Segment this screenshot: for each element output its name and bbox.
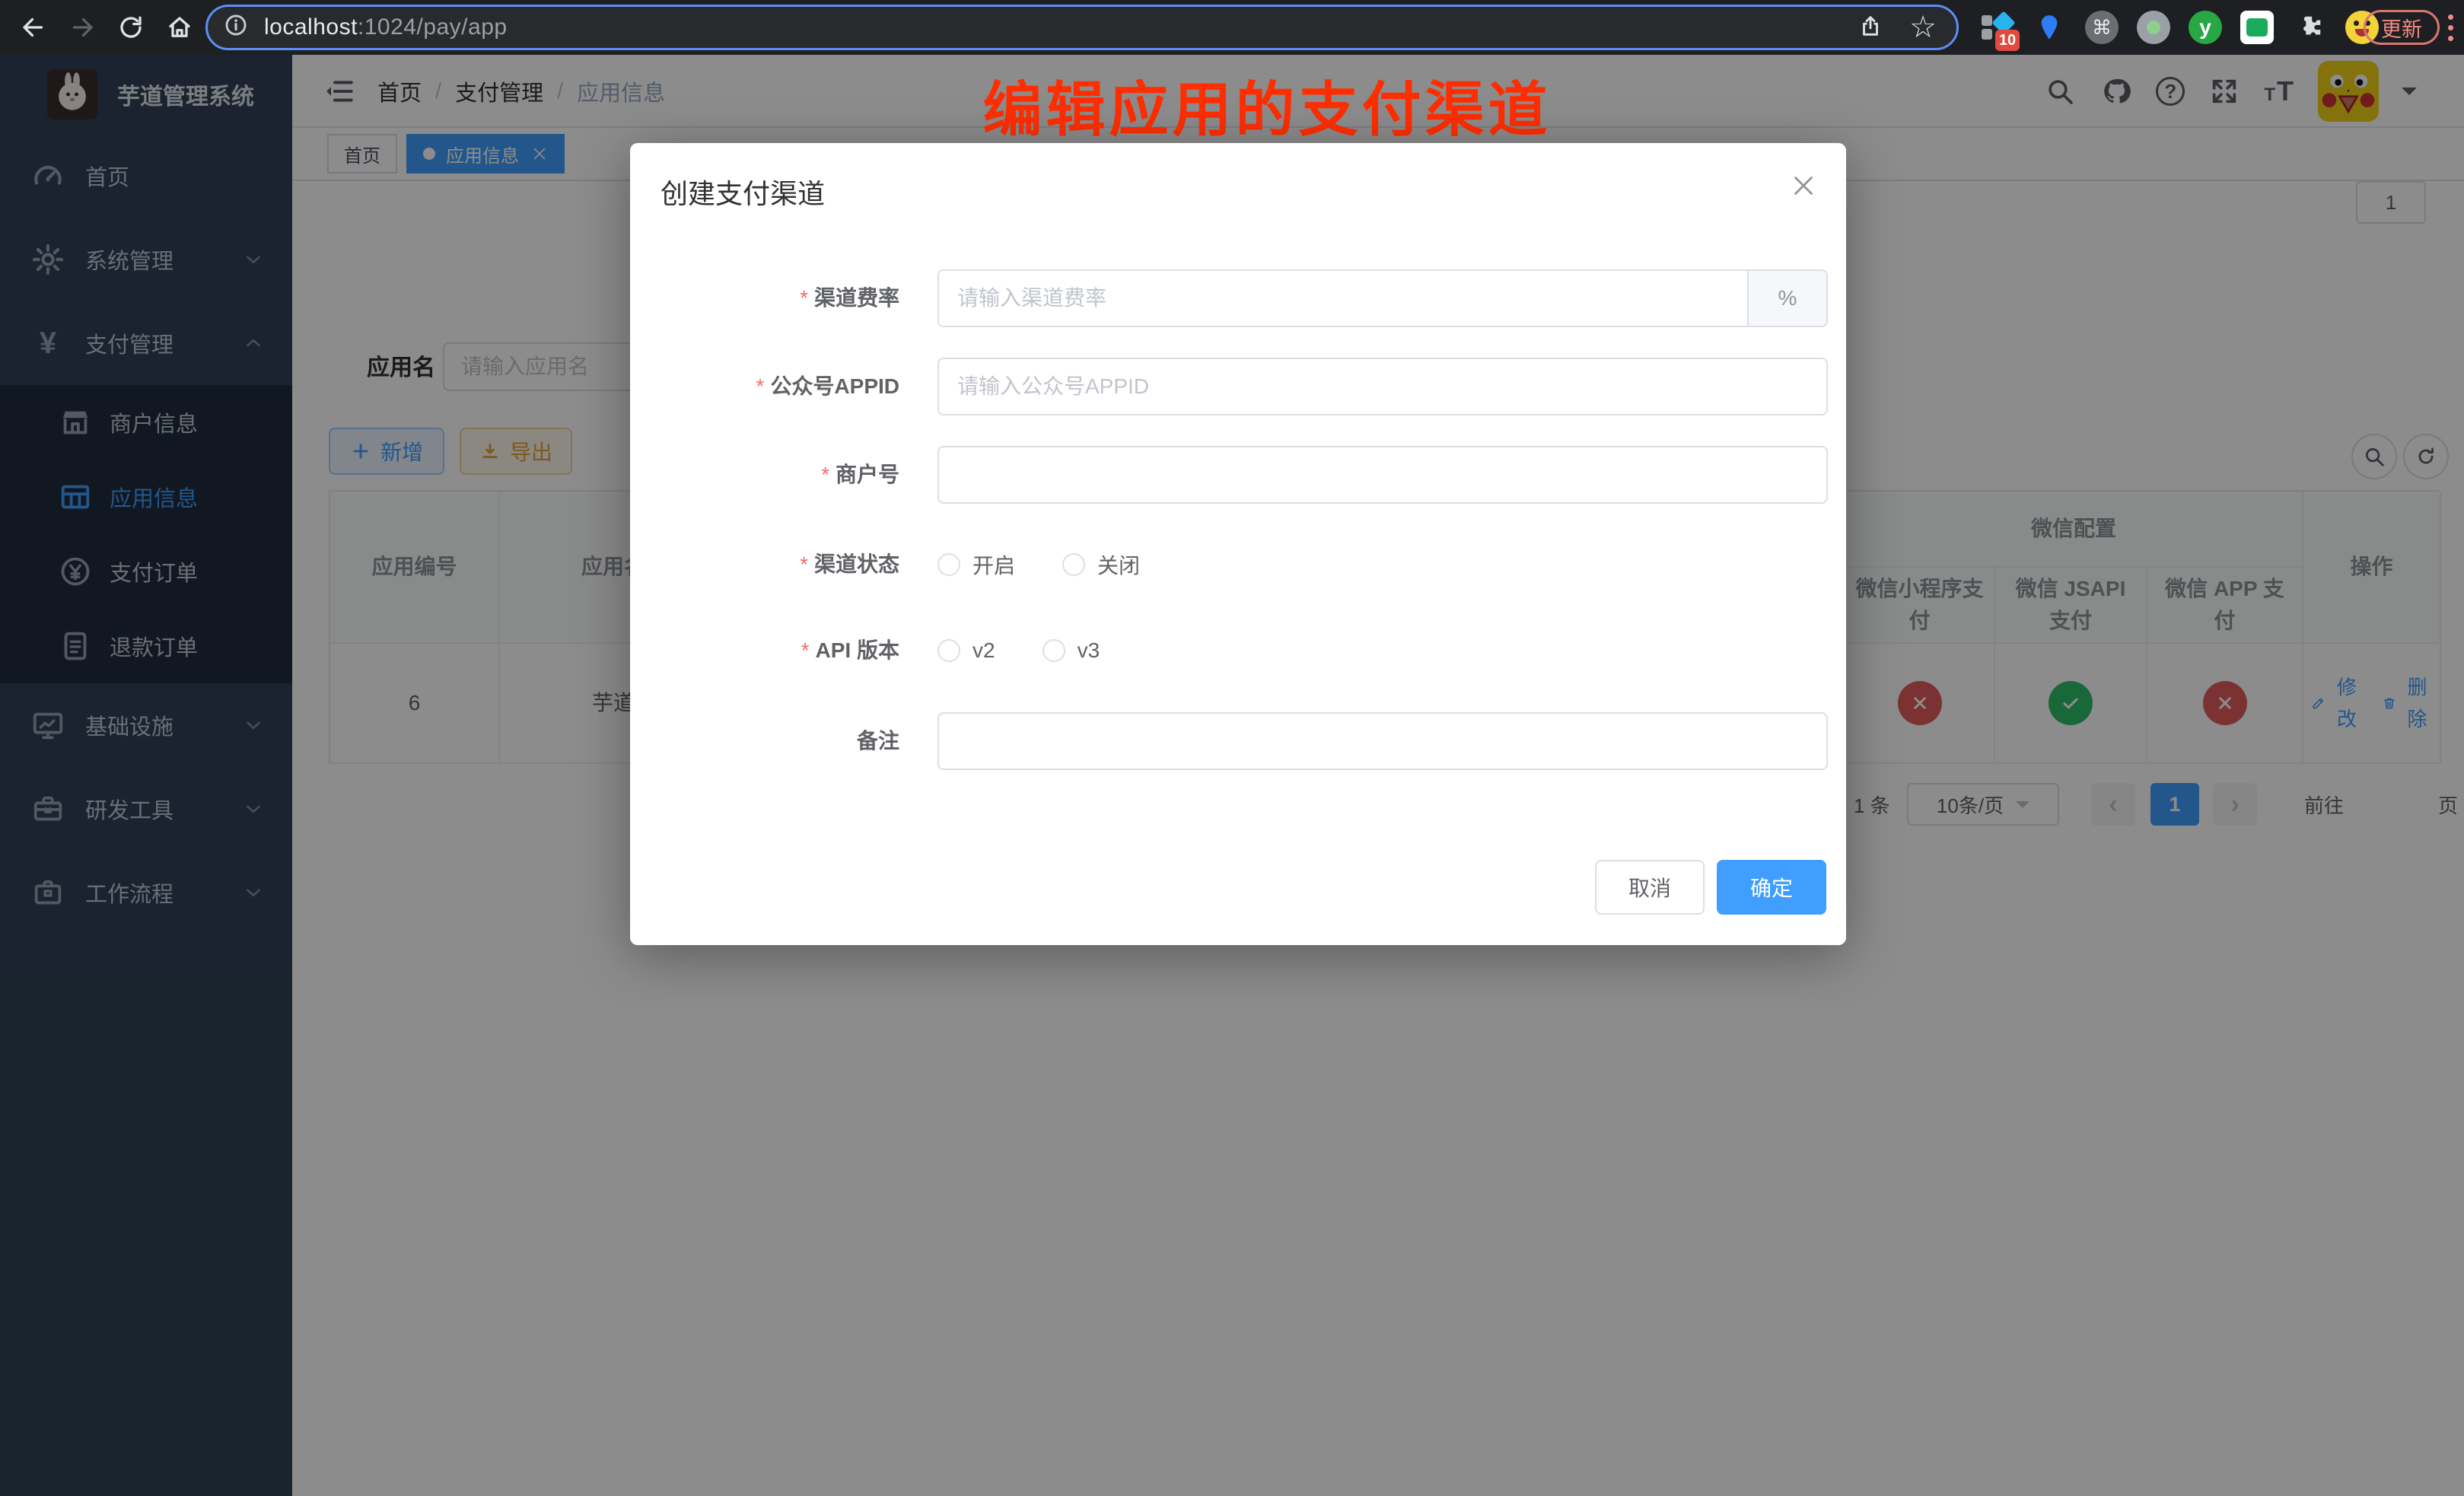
field-label-rate: *渠道费率 — [630, 269, 919, 327]
required-mark: * — [821, 463, 829, 486]
label-text: 公众号APPID — [770, 374, 899, 398]
radio-api-v2[interactable]: v2 — [938, 638, 995, 663]
extensions-puzzle-icon[interactable] — [2292, 10, 2327, 45]
kanban-bars — [1982, 15, 1992, 40]
url-path: :1024/pay/app — [358, 14, 508, 40]
close-icon[interactable] — [1790, 172, 1820, 202]
extension-chat-icon[interactable] — [2240, 11, 2274, 44]
radio-icon — [938, 553, 960, 576]
create-pay-channel-dialog: 创建支付渠道 *渠道费率 % *公众号APPID *商户号 *渠道状态 开启 — [630, 143, 1846, 945]
field-label-status: *渠道状态 — [630, 537, 919, 592]
field-label-merchant: * 商户号 — [630, 446, 919, 504]
browser-menu-icon[interactable] — [2441, 11, 2459, 44]
radio-label: 开启 — [973, 549, 1015, 580]
confirm-button[interactable]: 确定 — [1717, 860, 1826, 915]
field-label-appid: *公众号APPID — [630, 358, 919, 415]
browser-home-icon[interactable] — [158, 6, 201, 49]
extension-y-icon[interactable]: y — [2189, 11, 2222, 44]
url-text: localhost:1024/pay/app — [264, 14, 508, 40]
percent-suffix: % — [1747, 271, 1826, 326]
browser-toolbar: localhost:1024/pay/app ☆ 10 ⌘ y 更新 — [0, 0, 2464, 55]
radio-label: 关闭 — [1097, 549, 1140, 580]
field-label-api-version: *API 版本 — [630, 623, 919, 678]
remark-input[interactable] — [938, 712, 1828, 770]
radio-label: v2 — [973, 638, 995, 663]
required-mark: * — [801, 638, 810, 662]
screen: localhost:1024/pay/app ☆ 10 ⌘ y 更新 — [0, 0, 2464, 1496]
browser-back-icon[interactable] — [12, 6, 55, 49]
required-mark: * — [800, 286, 808, 310]
extension-kanban-icon[interactable]: 10 — [1979, 10, 2014, 45]
api-version-radio-group: v2 v3 — [938, 623, 1100, 678]
label-text: API 版本 — [816, 638, 899, 662]
radio-label: v3 — [1078, 638, 1100, 663]
extension-badge: 10 — [1995, 30, 2020, 51]
radio-status-closed[interactable]: 关闭 — [1062, 549, 1140, 580]
browser-reload-icon[interactable] — [110, 6, 152, 49]
radio-status-open[interactable]: 开启 — [938, 549, 1015, 580]
appid-input[interactable] — [938, 358, 1828, 415]
extension-balloon-icon[interactable] — [2032, 10, 2067, 45]
field-label-remark: 备注 — [630, 712, 919, 770]
extension-recorder-icon[interactable] — [2137, 11, 2170, 44]
browser-forward-icon[interactable] — [61, 6, 103, 49]
label-text: 商户号 — [836, 463, 899, 486]
site-info-icon[interactable] — [223, 12, 253, 43]
radio-icon — [938, 639, 960, 662]
required-mark: * — [800, 552, 808, 576]
dialog-title: 创建支付渠道 — [661, 172, 825, 212]
cancel-button[interactable]: 取消 — [1595, 860, 1705, 915]
radio-icon — [1043, 639, 1065, 662]
extension-command-icon[interactable]: ⌘ — [2085, 11, 2119, 44]
label-text: 渠道费率 — [814, 286, 899, 310]
radio-api-v3[interactable]: v3 — [1043, 638, 1100, 663]
url-host: localhost — [264, 14, 358, 40]
bookmark-star-icon[interactable]: ☆ — [1909, 12, 1937, 43]
label-text: 渠道状态 — [814, 552, 899, 576]
extensions-row: 10 ⌘ y — [1979, 0, 2379, 55]
rate-input-group: % — [938, 269, 1828, 327]
annotation-text: 编辑应用的支付渠道 — [978, 62, 1556, 148]
address-bar[interactable]: localhost:1024/pay/app ☆ — [205, 5, 1959, 50]
radio-icon — [1062, 553, 1085, 576]
share-icon[interactable] — [1858, 13, 1883, 43]
required-mark: * — [756, 374, 765, 398]
merchant-no-input[interactable] — [938, 446, 1828, 504]
browser-update-button[interactable]: 更新 — [2364, 10, 2440, 45]
label-text: 备注 — [857, 729, 899, 753]
rate-input[interactable] — [939, 271, 1747, 326]
channel-status-radio-group: 开启 关闭 — [938, 537, 1140, 592]
